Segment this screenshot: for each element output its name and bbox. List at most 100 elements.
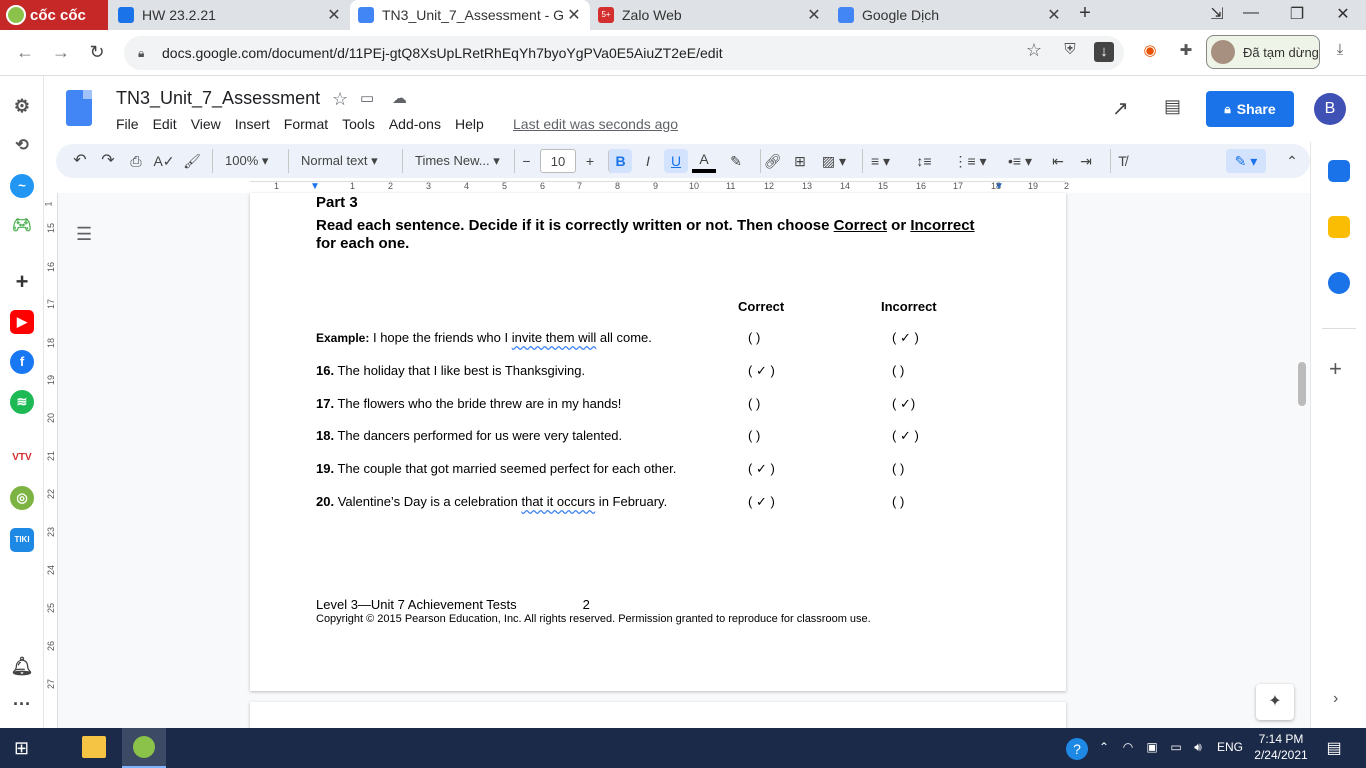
editing-mode-icon[interactable]: ✎ ▾ — [1226, 149, 1266, 173]
clear-formatting-icon[interactable]: T̸ — [1110, 149, 1134, 173]
battery-icon[interactable]: ▭ — [1168, 740, 1184, 754]
new-tab-icon[interactable]: + — [1070, 2, 1100, 25]
get-addons-icon[interactable]: + — [1329, 356, 1342, 382]
vtv-go-icon[interactable]: VTV — [10, 446, 34, 470]
insert-link-icon[interactable]: 🔗︎ — [760, 149, 784, 173]
add-sidebar-item-icon[interactable]: + — [10, 270, 34, 294]
device-icon[interactable]: ▣ — [1144, 740, 1160, 754]
decrease-font-size-icon[interactable]: − — [514, 149, 538, 173]
wifi-icon[interactable]: ◠ — [1120, 740, 1136, 754]
address-bar[interactable]: 🔒︎ docs.google.com/document/d/11PEj-gtQ8… — [124, 36, 1124, 70]
file-explorer-icon[interactable] — [82, 736, 106, 758]
bookmark-star-icon[interactable]: ☆ — [1022, 40, 1046, 64]
close-tab-icon[interactable]: ✕ — [804, 5, 824, 25]
shield-icon[interactable]: ⛨ — [1058, 41, 1082, 65]
docs-logo-icon[interactable] — [66, 90, 92, 126]
menu-format[interactable]: Format — [284, 116, 328, 132]
close-tab-icon[interactable]: ✕ — [324, 5, 344, 25]
highlight-color-icon[interactable]: ✎ — [724, 149, 748, 173]
activity-trend-icon[interactable]: ↗ — [1112, 96, 1129, 121]
profile-paused-button[interactable]: Đã tạm dừng — [1206, 35, 1320, 69]
messenger-icon[interactable]: ~ — [10, 174, 34, 198]
close-window-icon[interactable]: ✕ — [1328, 4, 1358, 24]
spellcheck-icon[interactable]: A✓ — [152, 149, 176, 173]
menu-tools[interactable]: Tools — [342, 116, 375, 132]
font-size-input[interactable]: 10 — [540, 149, 576, 173]
language-indicator[interactable]: ENG — [1214, 740, 1246, 754]
minimize-icon[interactable]: — — [1236, 4, 1266, 22]
back-arrow-icon[interactable]: ← — [12, 40, 38, 66]
help-icon[interactable]: ? — [1066, 738, 1088, 760]
restore-icon[interactable]: ❐ — [1282, 4, 1312, 24]
vertical-scrollbar[interactable] — [1298, 362, 1306, 406]
tiki-icon[interactable]: TIKI — [10, 528, 34, 552]
tab-docs-active[interactable]: TN3_Unit_7_Assessment - Goo ✕ — [350, 0, 590, 30]
youtube-icon[interactable]: ▶ — [10, 310, 34, 334]
add-comment-icon[interactable]: ⊞ — [788, 149, 812, 173]
expand-panel-icon[interactable]: › — [1333, 690, 1338, 708]
tab-translate[interactable]: Google Dịch ✕ — [830, 0, 1070, 30]
paragraph-style-select[interactable]: Normal text ▾ — [288, 149, 392, 173]
tab-zalo[interactable]: 5+ Zalo Web ✕ — [590, 0, 830, 30]
forward-arrow-icon[interactable]: → — [48, 40, 74, 66]
menu-insert[interactable]: Insert — [235, 116, 270, 132]
close-tab-icon[interactable]: ✕ — [1044, 5, 1064, 25]
numbered-list-icon[interactable]: ⋮≡ ▾ — [950, 149, 990, 173]
indent-marker-icon[interactable]: ▼ — [310, 181, 320, 192]
explore-button[interactable]: ✦ — [1256, 684, 1294, 720]
game-controller-icon[interactable]: 🎮︎ — [10, 214, 34, 238]
print-icon[interactable]: ⎙ — [124, 149, 148, 173]
history-icon[interactable]: ⟲ — [10, 134, 34, 158]
clock-date[interactable]: 2/24/2021 — [1250, 748, 1312, 762]
download-icon[interactable]: ↓ — [1094, 42, 1114, 62]
bulleted-list-icon[interactable]: •≡ ▾ — [1000, 149, 1040, 173]
notification-bell-icon[interactable]: 🔔︎ — [10, 654, 34, 678]
close-tab-icon[interactable]: ✕ — [564, 5, 584, 25]
spotify-icon[interactable]: ≋ — [10, 390, 34, 414]
text-color-icon[interactable]: A — [692, 149, 716, 173]
show-hidden-icons-icon[interactable]: ⌃ — [1096, 740, 1112, 754]
extension-coccoc-icon[interactable]: ◉ — [1138, 41, 1162, 65]
insert-image-icon[interactable]: ▨ ▾ — [816, 149, 852, 173]
italic-icon[interactable]: I — [636, 149, 660, 173]
notification-center-icon[interactable]: ▤ — [1322, 738, 1346, 758]
coccoc-menu-button[interactable]: cốc cốc — [0, 0, 108, 30]
font-family-select[interactable]: Times New... ▾ — [402, 149, 506, 173]
coccoc-green-icon[interactable]: ◎ — [10, 486, 34, 510]
redo-icon[interactable]: ↷ — [96, 149, 120, 173]
line-spacing-icon[interactable]: ↕≡ — [912, 149, 936, 173]
undo-icon[interactable]: ↶ — [68, 149, 92, 173]
more-options-icon[interactable]: ··· — [10, 692, 34, 716]
reload-icon[interactable]: ↻ — [84, 40, 110, 66]
share-button[interactable]: 🔒︎ Share — [1206, 91, 1294, 127]
menu-view[interactable]: View — [191, 116, 221, 132]
underline-icon[interactable]: U — [664, 149, 688, 173]
menu-help[interactable]: Help — [455, 116, 484, 132]
clock-time[interactable]: 7:14 PM — [1250, 732, 1312, 746]
menu-edit[interactable]: Edit — [153, 116, 177, 132]
settings-gear-icon[interactable]: ⚙ — [10, 94, 34, 118]
tasks-icon[interactable] — [1328, 272, 1350, 294]
comment-history-icon[interactable]: ▤ — [1164, 96, 1181, 117]
volume-icon[interactable]: 🔊︎ — [1190, 740, 1206, 755]
zoom-select[interactable]: 100% ▾ — [212, 149, 280, 173]
calendar-icon[interactable] — [1328, 160, 1350, 182]
keep-icon[interactable] — [1328, 216, 1350, 238]
facebook-icon[interactable]: f — [10, 350, 34, 374]
tab-hw[interactable]: HW 23.2.21 ✕ — [110, 0, 350, 30]
document-outline-icon[interactable]: ☰ — [76, 224, 92, 245]
document-title[interactable]: TN3_Unit_7_Assessment — [116, 88, 320, 109]
bold-icon[interactable]: B — [608, 149, 632, 173]
download-manager-icon[interactable]: ⤓ — [1328, 41, 1352, 65]
puzzle-extensions-icon[interactable]: ✚ — [1174, 41, 1198, 65]
align-icon[interactable]: ≡ ▾ — [862, 149, 898, 173]
last-edit-link[interactable]: Last edit was seconds ago — [513, 116, 678, 132]
tab-search-icon[interactable]: ⇲ — [1202, 4, 1232, 24]
star-icon[interactable]: ☆ — [332, 89, 348, 110]
document-page[interactable]: Part 3 Read each sentence. Decide if it … — [250, 193, 1066, 691]
menu-addons[interactable]: Add-ons — [389, 116, 441, 132]
user-avatar[interactable]: B — [1314, 93, 1346, 125]
taskbar-coccoc-button[interactable] — [122, 728, 166, 768]
menu-file[interactable]: File — [116, 116, 139, 132]
increase-font-size-icon[interactable]: + — [578, 149, 602, 173]
